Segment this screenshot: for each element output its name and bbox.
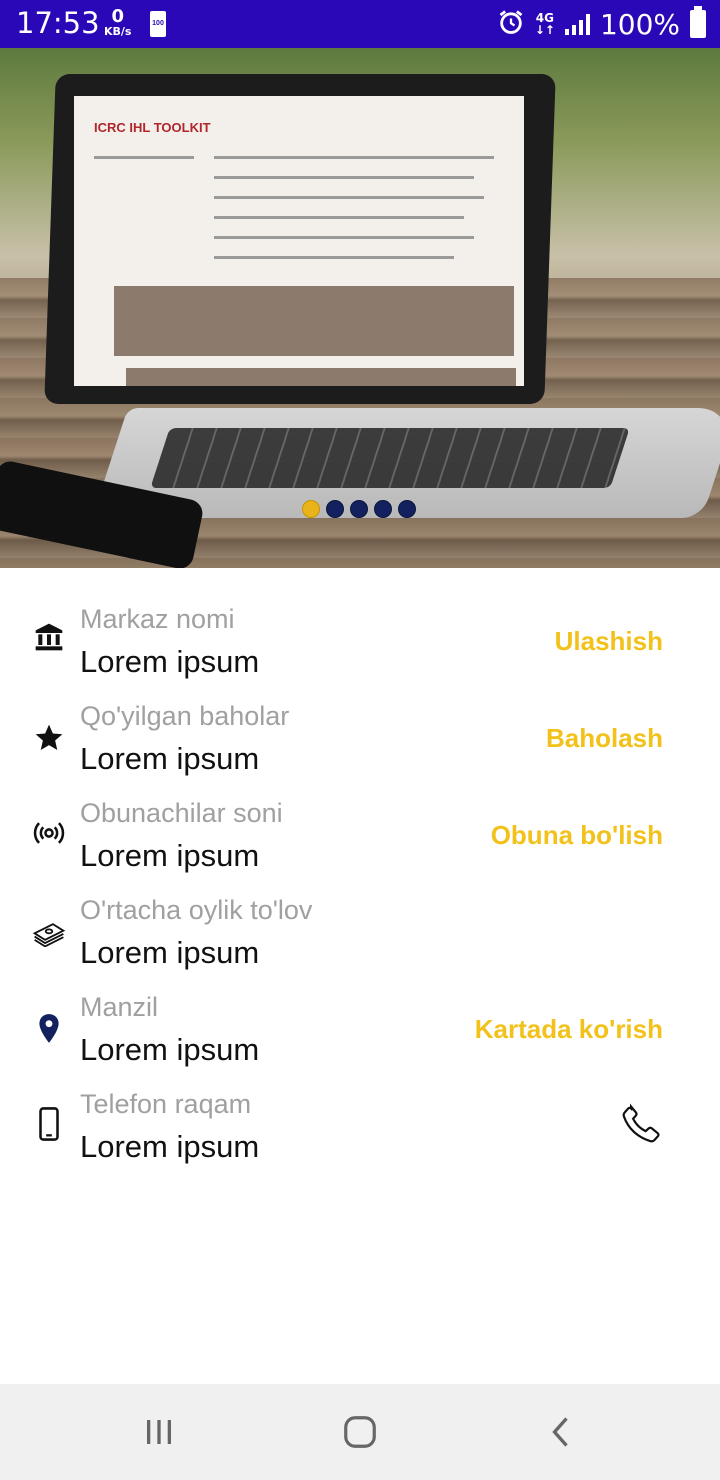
screen-band xyxy=(114,286,514,356)
battery-icon xyxy=(690,6,706,38)
row-value: Lorem ipsum xyxy=(80,838,260,873)
screen-line xyxy=(214,156,494,159)
list-item-address: Manzil Lorem ipsum Kartada ko'rish xyxy=(0,984,720,1081)
carousel-dot[interactable] xyxy=(398,500,416,518)
row-value: Lorem ipsum xyxy=(80,741,260,776)
rate-button[interactable]: Baholash xyxy=(546,723,663,754)
net-speed: 0 KB/s xyxy=(104,8,131,38)
row-value: Lorem ipsum xyxy=(80,1032,260,1067)
money-icon xyxy=(32,915,66,949)
list-item-phone: Telefon raqam Lorem ipsum xyxy=(0,1081,720,1178)
screen-title: ICRC IHL TOOLKIT xyxy=(94,120,211,135)
carousel-dot[interactable] xyxy=(326,500,344,518)
carousel-dot[interactable] xyxy=(350,500,368,518)
back-icon[interactable] xyxy=(542,1412,582,1452)
system-navigation-bar xyxy=(0,1384,720,1480)
row-label: Obunachilar soni xyxy=(80,798,283,828)
list-item-center-name: Markaz nomi Lorem ipsum Ulashish xyxy=(0,596,720,693)
bank-icon xyxy=(32,620,66,654)
row-value: Lorem ipsum xyxy=(80,1129,260,1164)
row-label: Markaz nomi xyxy=(80,604,235,634)
screen-line xyxy=(94,156,194,159)
status-bar: 17:53 0 KB/s 100 4G ↓↑ 100% xyxy=(0,0,720,48)
carousel-dot[interactable] xyxy=(302,500,320,518)
status-time: 17:53 xyxy=(16,6,100,40)
battery-saver-icon: 100 xyxy=(150,11,166,37)
row-label: Telefon raqam xyxy=(80,1089,252,1119)
location-pin-icon xyxy=(32,1012,66,1046)
screen-line xyxy=(214,196,484,199)
signal-icon xyxy=(564,13,590,35)
image-carousel[interactable]: ICRC IHL TOOLKIT xyxy=(0,48,720,568)
list-item-subscribers: Obunachilar soni Lorem ipsum Obuna bo'li… xyxy=(0,790,720,887)
laptop-keyboard xyxy=(150,428,630,488)
row-label: Qo'yilgan baholar xyxy=(80,701,290,731)
mobile-phone-icon xyxy=(32,1107,66,1141)
subscribe-button[interactable]: Obuna bo'lish xyxy=(491,820,663,851)
home-icon[interactable] xyxy=(340,1412,380,1452)
screen-line xyxy=(214,176,474,179)
recent-apps-icon[interactable] xyxy=(139,1412,179,1452)
alarm-icon xyxy=(497,8,525,41)
carousel-dot[interactable] xyxy=(374,500,392,518)
battery-percent: 100% xyxy=(599,7,680,41)
row-label: O'rtacha oylik to'lov xyxy=(80,895,313,925)
screen-line xyxy=(214,236,474,239)
row-label: Manzil xyxy=(80,992,159,1022)
list-item-ratings: Qo'yilgan baholar Lorem ipsum Baholash xyxy=(0,693,720,790)
row-value: Lorem ipsum xyxy=(80,935,260,970)
screen-line xyxy=(214,216,464,219)
status-right-group: 4G ↓↑ 100% xyxy=(497,0,706,48)
carousel-indicator xyxy=(302,500,416,518)
broadcast-icon xyxy=(32,816,66,850)
share-button[interactable]: Ulashish xyxy=(555,626,663,657)
row-value: Lorem ipsum xyxy=(80,644,260,679)
laptop-screen: ICRC IHL TOOLKIT xyxy=(74,96,524,386)
network-type: 4G ↓↑ xyxy=(534,11,555,37)
view-on-map-button[interactable]: Kartada ko'rish xyxy=(475,1014,663,1045)
network-type-label: 4G xyxy=(535,11,554,25)
net-speed-unit: KB/s xyxy=(104,25,132,38)
screen-line xyxy=(214,256,454,259)
star-icon xyxy=(32,721,66,755)
list-item-avg-payment: O'rtacha oylik to'lov Lorem ipsum xyxy=(0,887,720,984)
screen-band xyxy=(126,368,516,386)
phone-call-icon[interactable] xyxy=(618,1101,664,1147)
net-speed-value: 0 xyxy=(111,6,124,27)
